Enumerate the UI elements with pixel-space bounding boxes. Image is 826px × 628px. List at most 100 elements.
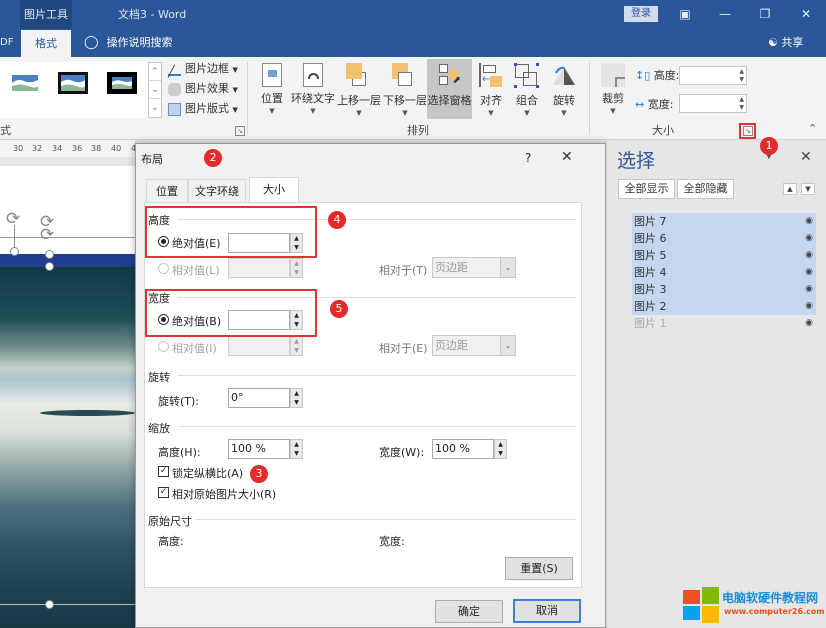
eye-icon[interactable]: ◉ — [805, 315, 813, 332]
align-button[interactable]: ← 对齐 ▼ — [476, 59, 506, 119]
crop-icon — [601, 63, 625, 87]
tab-format[interactable]: 格式 — [21, 30, 71, 57]
wrap-text-icon — [303, 63, 323, 87]
ribbon-display-options-icon[interactable]: ▣ — [665, 0, 705, 29]
restore-icon[interactable]: ❐ — [745, 0, 785, 29]
list-item[interactable]: 图片 6 ◉ — [632, 230, 816, 247]
tab-size[interactable]: 大小 — [249, 177, 299, 202]
pane-close-icon[interactable]: ✕ — [800, 149, 812, 165]
share-button[interactable]: ☯ 共享 — [768, 29, 803, 57]
cancel-button[interactable]: 取消 — [513, 599, 581, 623]
ruler-tick: 36 — [72, 144, 83, 153]
position-label: 位置 — [261, 92, 283, 105]
picture-style-thumb-3[interactable] — [107, 72, 137, 94]
picture-layout-icon — [168, 102, 181, 116]
logo-tile — [683, 606, 700, 620]
picture-border-icon: ╱ — [168, 63, 181, 78]
eye-icon[interactable]: ◉ — [805, 230, 813, 247]
width-relative-input[interactable] — [228, 336, 290, 356]
list-item[interactable]: 图片 3 ◉ — [632, 281, 816, 298]
help-icon[interactable]: ? — [525, 151, 531, 165]
picture-style-thumb-1[interactable] — [10, 72, 40, 94]
height-relative-spinner[interactable]: ▲ ▼ — [290, 258, 303, 278]
gallery-down-icon[interactable]: ⌄ — [149, 81, 161, 99]
scale-width-input[interactable]: 100 % — [432, 439, 494, 459]
width-relative-radio[interactable] — [158, 341, 169, 352]
send-backward-button[interactable]: 下移一层 ▼ — [383, 59, 427, 119]
width-relative-spinner[interactable]: ▲ ▼ — [290, 336, 303, 356]
picture-top-band[interactable] — [0, 254, 135, 267]
scale-height-spinner[interactable]: ▲ ▼ — [290, 439, 303, 459]
dialog-close-icon[interactable]: ✕ — [561, 149, 573, 165]
picture-styles-launcher-icon[interactable]: ↘ — [235, 126, 245, 136]
size-dialog-launcher-icon[interactable]: ↘ — [743, 126, 753, 136]
ok-button[interactable]: 确定 — [435, 600, 503, 623]
height-relative-radio[interactable] — [158, 263, 169, 274]
size-tab-panel — [144, 202, 582, 588]
resize-handle[interactable] — [45, 262, 54, 271]
picture-effects-button[interactable]: 图片效果 ▼ — [168, 80, 238, 98]
list-item[interactable]: 图片 4 ◉ — [632, 264, 816, 281]
logo-tile — [702, 587, 719, 604]
ruler-tick: 32 — [32, 144, 43, 153]
height-relative-to-select[interactable]: 页边距 ⌄ — [432, 257, 516, 278]
login-button[interactable]: 登录 — [624, 6, 658, 22]
list-item[interactable]: 图片 5 ◉ — [632, 247, 816, 264]
resize-handle[interactable] — [10, 247, 19, 256]
height-highlight-box — [145, 206, 317, 258]
rotate-button[interactable]: 旋转 ▼ — [548, 59, 580, 119]
gallery-up-icon[interactable]: ⌃ — [149, 63, 161, 81]
eye-icon[interactable]: ◉ — [805, 264, 813, 281]
bring-forward-button[interactable]: 上移一层 ▼ — [337, 59, 381, 119]
rotate-handle-icon[interactable]: ⟳ — [40, 225, 54, 245]
lock-aspect-checkbox[interactable]: ✓ — [158, 466, 169, 477]
picture-border-button[interactable]: ╱ 图片边框 ▼ — [168, 60, 238, 78]
eye-icon[interactable]: ◉ — [805, 281, 813, 298]
shape-height-input[interactable]: ▲ ▼ — [679, 66, 747, 85]
rotation-input[interactable]: 0° — [228, 388, 290, 408]
reset-button[interactable]: 重置(S) — [505, 557, 573, 580]
height-relative-input[interactable] — [228, 258, 290, 278]
list-item[interactable]: 图片 1 ◉ — [632, 315, 816, 332]
annotation-badge-5: 5 — [330, 300, 348, 318]
tab-pdf[interactable]: DF — [0, 29, 13, 57]
relative-original-checkbox[interactable]: ✓ — [158, 487, 169, 498]
resize-handle[interactable] — [45, 250, 54, 259]
show-all-button[interactable]: 全部显示 — [618, 179, 675, 199]
minimize-icon[interactable]: — — [705, 0, 745, 29]
scale-section-title: 缩放 — [148, 422, 170, 435]
group-separator — [589, 62, 590, 134]
wrap-text-button[interactable]: 环绕文字 ▼ — [291, 59, 335, 119]
picture-style-thumb-2[interactable] — [58, 72, 88, 94]
shape-width-input[interactable]: ▲ ▼ — [679, 94, 747, 113]
tab-position[interactable]: 位置 — [146, 179, 188, 202]
eye-icon[interactable]: ◉ — [805, 247, 813, 264]
scale-height-input[interactable]: 100 % — [228, 439, 290, 459]
gallery-more-icon[interactable]: ⌄ — [149, 99, 161, 117]
hide-all-button[interactable]: 全部隐藏 — [677, 179, 734, 199]
rotation-spinner[interactable]: ▲ ▼ — [290, 388, 303, 408]
crop-button[interactable]: 裁剪 ▼ — [597, 59, 629, 119]
group-button[interactable]: 组合 ▼ — [511, 59, 543, 119]
shape-height-label: 高度: — [653, 69, 680, 82]
picture-layout-button[interactable]: 图片版式 ▼ — [168, 100, 238, 118]
tell-me-search[interactable]: ◯ 操作说明搜索 — [84, 29, 173, 57]
scale-height-label: 高度(H): — [158, 446, 201, 459]
gallery-scroll[interactable]: ⌃ ⌄ ⌄ — [148, 62, 162, 118]
eye-icon[interactable]: ◉ — [805, 213, 813, 230]
position-button[interactable]: 位置 ▼ — [256, 59, 288, 119]
selection-pane-button[interactable]: ⬈ 选择窗格 — [427, 59, 472, 119]
list-item[interactable]: 图片 7 ◉ — [632, 213, 816, 230]
collapse-ribbon-icon[interactable]: ⌃ — [808, 122, 817, 135]
picture-layout-label: 图片版式 — [185, 102, 229, 115]
selected-picture[interactable] — [0, 267, 135, 628]
list-item[interactable]: 图片 2 ◉ — [632, 298, 816, 315]
send-backward-icon[interactable]: ▼ — [801, 183, 815, 195]
scale-width-spinner[interactable]: ▲ ▼ — [494, 439, 507, 459]
bring-forward-icon[interactable]: ▲ — [783, 183, 797, 195]
close-icon[interactable]: ✕ — [786, 0, 826, 29]
width-relative-to-select[interactable]: 页边距 ⌄ — [432, 335, 516, 356]
eye-icon[interactable]: ◉ — [805, 298, 813, 315]
tab-text-wrapping[interactable]: 文字环绕 — [188, 179, 246, 202]
resize-handle[interactable] — [45, 600, 54, 609]
